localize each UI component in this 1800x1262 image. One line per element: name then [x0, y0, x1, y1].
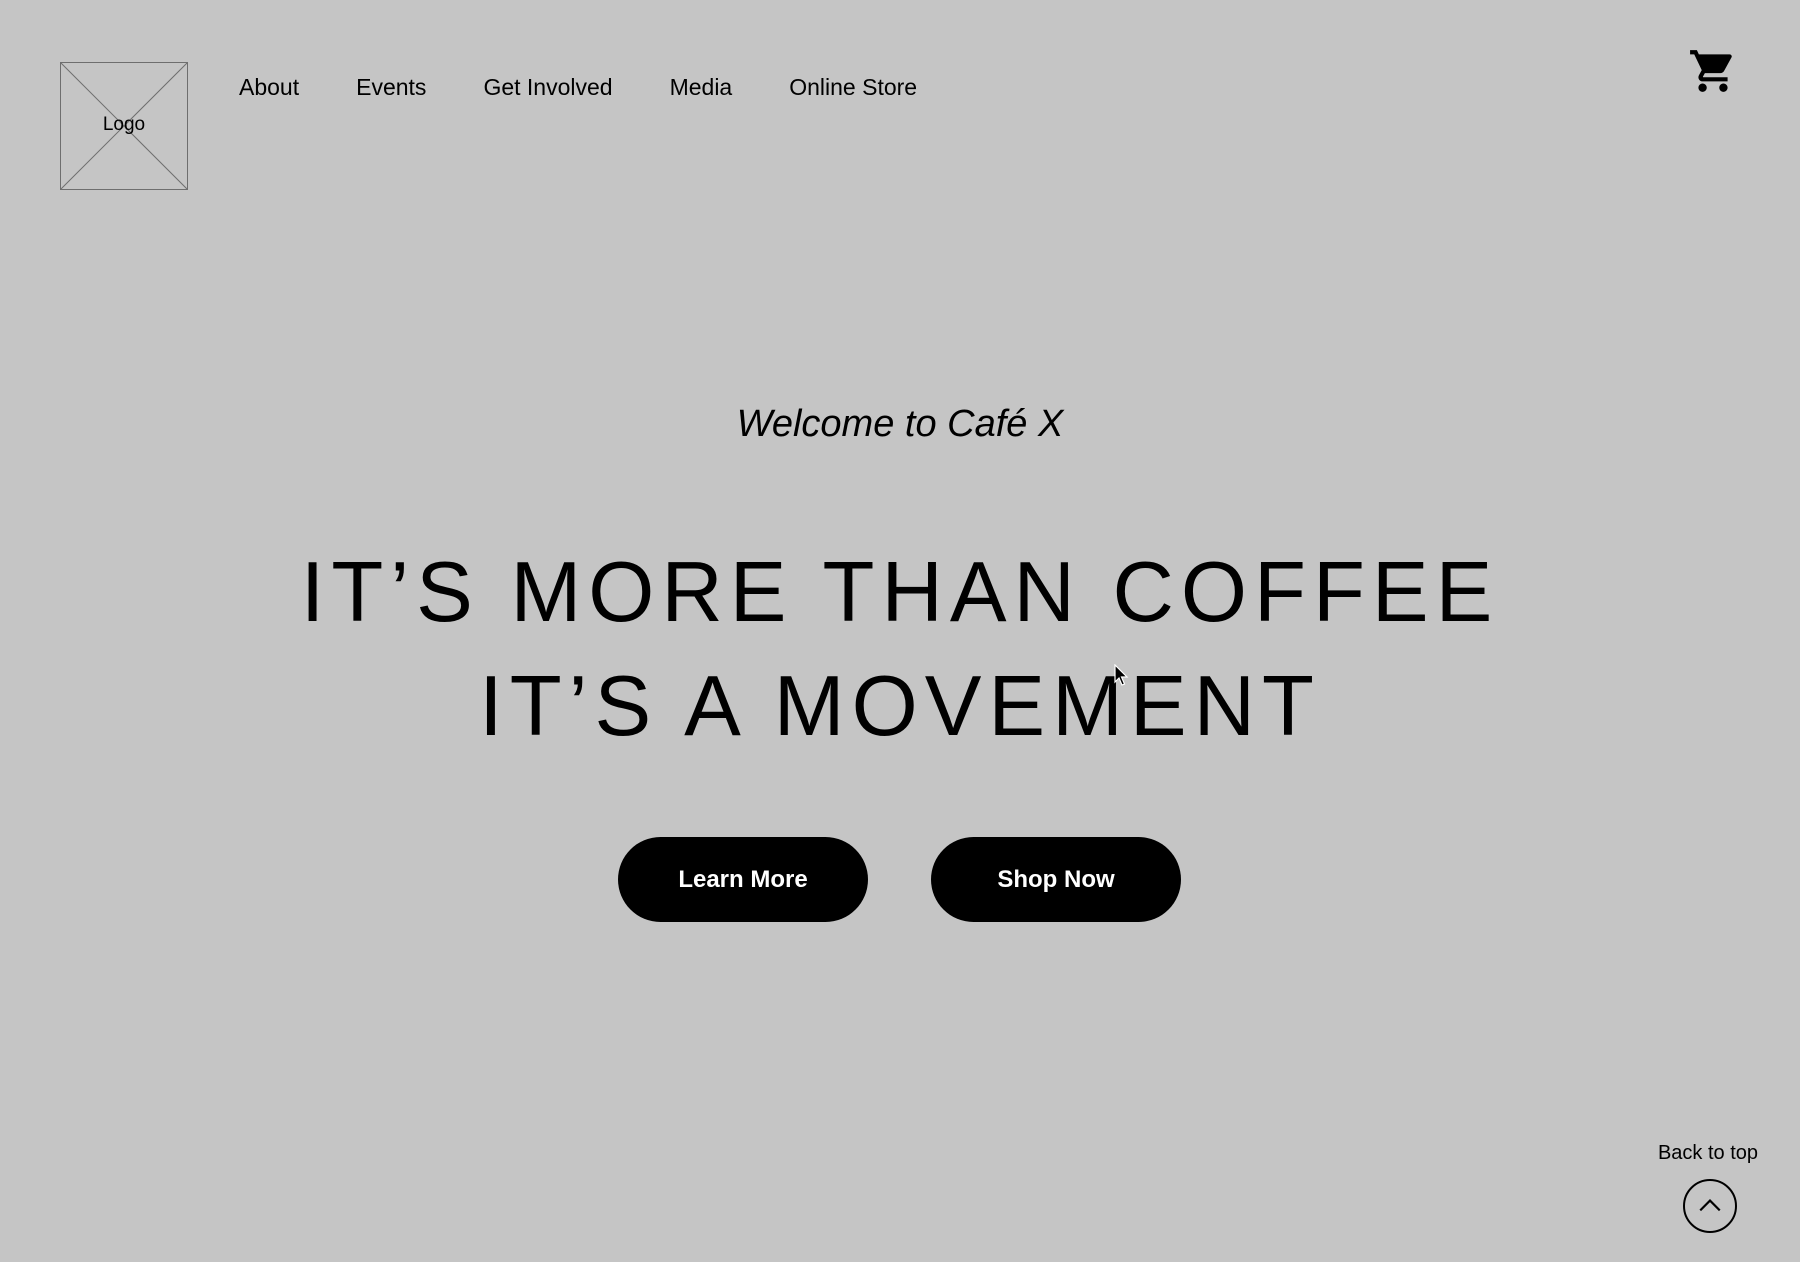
- logo-label: Logo: [102, 114, 146, 135]
- welcome-label: Welcome to Café X: [736, 403, 1064, 445]
- nav-item-get-involved[interactable]: Get Involved: [483, 72, 612, 102]
- back-to-top-button[interactable]: [1683, 1179, 1737, 1233]
- welcome-text: Welcome to Café X: [0, 402, 1800, 446]
- nav-item-events[interactable]: Events: [356, 72, 426, 102]
- shopping-cart-icon[interactable]: [1688, 46, 1738, 96]
- mouse-cursor-icon: [1114, 664, 1129, 686]
- chevron-up-icon: [1699, 1199, 1721, 1212]
- headline-line-2: IT’S A MOVEMENT: [479, 659, 1321, 754]
- hero-headline: IT’S MORE THAN COFFEE IT’S A MOVEMENT: [0, 536, 1800, 764]
- back-to-top-label[interactable]: Back to top: [1646, 1141, 1770, 1165]
- shop-now-button[interactable]: Shop Now: [931, 837, 1181, 922]
- nav-item-about[interactable]: About: [239, 72, 299, 102]
- headline-line-1: IT’S MORE THAN COFFEE: [300, 545, 1500, 640]
- logo-placeholder[interactable]: Logo: [60, 62, 188, 190]
- nav-item-online-store[interactable]: Online Store: [789, 72, 917, 102]
- nav-item-media[interactable]: Media: [670, 72, 733, 102]
- main-nav: About Events Get Involved Media Online S…: [239, 72, 917, 102]
- learn-more-button[interactable]: Learn More: [618, 837, 868, 922]
